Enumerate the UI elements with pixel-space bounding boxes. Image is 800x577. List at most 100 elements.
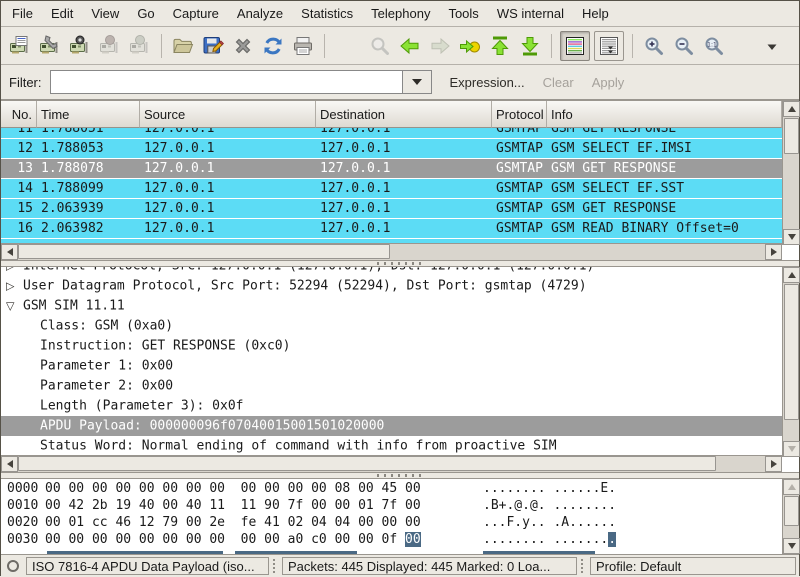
packet-row-11[interactable]: 111.788051127.0.0.1127.0.0.1GSMTAPGSM GE… xyxy=(1,128,782,139)
packet-row-13[interactable]: 131.788078127.0.0.1127.0.0.1GSMTAPGSM GE… xyxy=(1,159,782,179)
scrollbar-thumb[interactable] xyxy=(784,284,799,420)
menu-file[interactable]: File xyxy=(3,3,42,24)
details-horizontal-scrollbar[interactable] xyxy=(1,455,782,472)
filter-input[interactable] xyxy=(51,71,402,93)
clear-button[interactable]: Clear xyxy=(543,75,574,90)
toolbar-overflow-button[interactable] xyxy=(757,31,787,61)
menu-help[interactable]: Help xyxy=(573,3,618,24)
file-save-button[interactable] xyxy=(198,31,228,61)
hex-bytes[interactable]: 00 00 00 00 00 00 00 00 00 00 a0 c0 00 0… xyxy=(45,532,421,547)
expander-open-icon[interactable]: ▽ xyxy=(6,300,14,313)
detail-line[interactable]: Length (Parameter 3): 0x0f xyxy=(1,396,782,416)
detail-line[interactable]: Class: GSM (0xa0) xyxy=(1,316,782,336)
hex-ascii[interactable]: ........ ........ xyxy=(483,532,616,547)
hex-ascii[interactable]: ........ ......E. xyxy=(483,481,616,496)
filter-dropdown-button[interactable] xyxy=(402,70,432,94)
menu-capture[interactable]: Capture xyxy=(164,3,228,24)
scroll-down-button[interactable] xyxy=(783,229,800,245)
column-header-source[interactable]: Source xyxy=(140,101,316,128)
reload-button[interactable] xyxy=(258,31,288,61)
menu-analyze[interactable]: Analyze xyxy=(228,3,292,24)
go-to-packet-button[interactable] xyxy=(455,31,485,61)
hex-bytes[interactable]: 00 00 00 00 00 00 00 00 00 00 00 00 08 0… xyxy=(45,481,421,496)
packet-list-rows: 111.788051127.0.0.1127.0.0.1GSMTAPGSM GE… xyxy=(1,128,782,243)
zoom-out-button[interactable] xyxy=(669,31,699,61)
packet-row-16[interactable]: 162.063982127.0.0.1127.0.0.1GSMTAPGSM RE… xyxy=(1,219,782,239)
go-forward-button[interactable] xyxy=(425,31,455,61)
hex-row-0020[interactable]: 002000 01 cc 46 12 79 00 2e fe 41 02 04 … xyxy=(1,515,782,532)
print-button[interactable] xyxy=(288,31,318,61)
menu-ws-internal[interactable]: WS internal xyxy=(488,3,573,24)
packet-row-15[interactable]: 152.063939127.0.0.1127.0.0.1GSMTAPGSM GE… xyxy=(1,199,782,219)
scroll-up-button[interactable] xyxy=(783,479,800,495)
detail-line[interactable]: Status Word: Normal ending of command wi… xyxy=(1,436,782,455)
detail-line[interactable]: Parameter 2: 0x00 xyxy=(1,376,782,396)
expander-closed-icon[interactable]: ▷ xyxy=(6,280,14,293)
scroll-up-button[interactable] xyxy=(783,267,800,283)
menu-statistics[interactable]: Statistics xyxy=(292,3,362,24)
packet-row-14[interactable]: 141.788099127.0.0.1127.0.0.1GSMTAPGSM SE… xyxy=(1,179,782,199)
colorize-button[interactable] xyxy=(560,31,590,61)
details-vertical-scrollbar[interactable] xyxy=(782,267,799,457)
expression-button[interactable]: Expression... xyxy=(450,75,525,90)
go-bottom-button[interactable] xyxy=(515,31,545,61)
scrollbar-thumb[interactable] xyxy=(18,244,390,259)
menu-edit[interactable]: Edit xyxy=(42,3,82,24)
find-button[interactable] xyxy=(365,31,395,61)
capture-options-button[interactable] xyxy=(35,31,65,61)
scroll-right-button[interactable] xyxy=(765,244,782,260)
hex-row-0010[interactable]: 001000 42 2b 19 40 00 40 11 11 90 7f 00 … xyxy=(1,498,782,515)
scrollbar-thumb[interactable] xyxy=(784,496,799,526)
detail-line[interactable]: ▷Internet Protocol, Src: 127.0.0.1 (127.… xyxy=(1,267,782,276)
detail-line[interactable]: Parameter 1: 0x00 xyxy=(1,356,782,376)
go-top-button[interactable] xyxy=(485,31,515,61)
bytes-vertical-scrollbar[interactable] xyxy=(782,479,799,554)
column-header-protocol[interactable]: Protocol xyxy=(492,101,547,128)
apply-button[interactable]: Apply xyxy=(592,75,625,90)
column-header-no[interactable]: No. xyxy=(1,101,37,128)
detail-line[interactable]: ▷User Datagram Protocol, Src Port: 52294… xyxy=(1,276,782,296)
zoom-in-button[interactable] xyxy=(639,31,669,61)
scrollbar-thumb[interactable] xyxy=(784,118,799,154)
hex-ascii[interactable]: ...F.y.. .A...... xyxy=(483,515,616,530)
column-header-info[interactable]: Info xyxy=(547,101,782,128)
scroll-left-button[interactable] xyxy=(1,244,18,260)
capture-start-button[interactable] xyxy=(65,31,95,61)
column-header-destination[interactable]: Destination xyxy=(316,101,492,128)
detail-line[interactable]: Instruction: GET RESPONSE (0xc0) xyxy=(1,336,782,356)
hex-row-0030[interactable]: 003000 00 00 00 00 00 00 00 00 00 a0 c0 … xyxy=(1,532,782,549)
expert-info-icon[interactable] xyxy=(7,560,19,572)
capture-restart-button[interactable] xyxy=(125,31,155,61)
packet-row-12[interactable]: 121.788053127.0.0.1127.0.0.1GSMTAPGSM SE… xyxy=(1,139,782,159)
hex-row-0000[interactable]: 000000 00 00 00 00 00 00 00 00 00 00 00 … xyxy=(1,481,782,498)
menu-view[interactable]: View xyxy=(82,3,128,24)
scroll-down-button[interactable] xyxy=(783,538,800,554)
scroll-up-button[interactable] xyxy=(783,101,800,117)
detail-line[interactable]: APDU Payload: 000000096f0704001500150102… xyxy=(1,416,782,436)
menu-tools[interactable]: Tools xyxy=(439,3,487,24)
scroll-down-button[interactable] xyxy=(783,441,800,457)
hex-selected-byte[interactable]: 00 xyxy=(405,532,421,547)
packet-list-vertical-scrollbar[interactable] xyxy=(782,101,799,245)
go-back-button[interactable] xyxy=(395,31,425,61)
detail-line[interactable]: ▽GSM SIM 11.11 xyxy=(1,296,782,316)
hex-bytes[interactable]: 00 01 cc 46 12 79 00 2e fe 41 02 04 04 0… xyxy=(45,515,421,530)
menu-telephony[interactable]: Telephony xyxy=(362,3,439,24)
auto-scroll-button[interactable] xyxy=(594,31,624,61)
capture-stop-button[interactable] xyxy=(95,31,125,61)
hex-ascii[interactable]: .B+.@.@. ........ xyxy=(483,498,616,513)
expander-closed-icon[interactable]: ▷ xyxy=(6,267,14,273)
column-header-time[interactable]: Time xyxy=(37,101,140,128)
scroll-left-button[interactable] xyxy=(1,456,18,472)
zoom-100-button[interactable]: 1:1 xyxy=(699,31,729,61)
status-profile-text: Profile: Default xyxy=(596,559,681,574)
ascii-selected-char[interactable]: . xyxy=(608,532,616,547)
menu-go[interactable]: Go xyxy=(128,3,163,24)
hex-bytes[interactable]: 00 42 2b 19 40 00 40 11 11 90 7f 00 00 0… xyxy=(45,498,421,513)
interface-list-button[interactable] xyxy=(5,31,35,61)
file-open-button[interactable] xyxy=(168,31,198,61)
packet-list-horizontal-scrollbar[interactable] xyxy=(1,243,782,260)
scroll-right-button[interactable] xyxy=(765,456,782,472)
file-close-button[interactable] xyxy=(228,31,258,61)
scrollbar-thumb[interactable] xyxy=(18,456,716,471)
